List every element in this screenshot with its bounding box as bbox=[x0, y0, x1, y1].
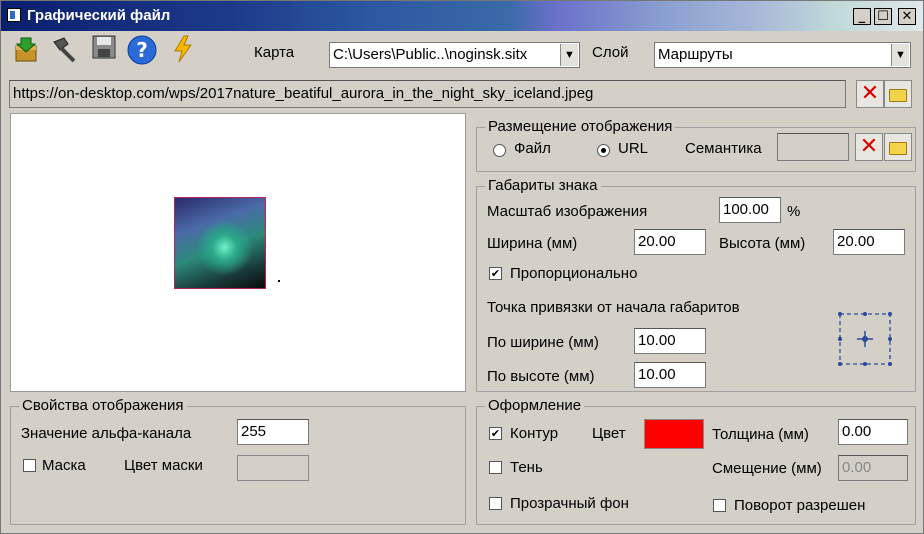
proportional-checkbox[interactable]: ✔ bbox=[489, 267, 502, 280]
chevron-down-icon[interactable]: ▼ bbox=[560, 44, 578, 66]
semantic-field[interactable] bbox=[777, 133, 849, 161]
url-radio[interactable] bbox=[597, 144, 610, 157]
open-semantic-button[interactable] bbox=[884, 133, 912, 161]
design-title: Оформление bbox=[485, 397, 585, 414]
mask-color-label: Цвет маски bbox=[124, 457, 203, 474]
import-icon[interactable] bbox=[10, 34, 42, 66]
shadow-checkbox[interactable] bbox=[489, 461, 502, 474]
placement-group: Размещение отображения Файл URL Семантик… bbox=[476, 118, 916, 172]
map-select[interactable]: C:\Users\Public..\noginsk.sitx ▼ bbox=[329, 42, 580, 68]
dimensions-title: Габариты знака bbox=[485, 177, 601, 194]
rotation-checkbox[interactable] bbox=[713, 499, 726, 512]
anchor-label: Точка привязки от начала габаритов bbox=[487, 299, 740, 316]
open-url-button[interactable] bbox=[884, 80, 912, 108]
layer-label: Слой bbox=[592, 44, 629, 61]
layer-value: Маршруты bbox=[658, 46, 733, 63]
display-props-title: Свойства отображения bbox=[19, 397, 187, 414]
close-icon: ✕ bbox=[860, 81, 880, 106]
maximize-button[interactable]: ☐ bbox=[874, 8, 892, 25]
offset-input[interactable]: 0.00 bbox=[838, 455, 908, 481]
svg-text:?: ? bbox=[136, 38, 148, 62]
scale-label: Масштаб изображения bbox=[487, 203, 648, 220]
height-label: Высота (мм) bbox=[719, 235, 806, 252]
transparent-bg-checkbox[interactable] bbox=[489, 497, 502, 510]
file-radio-label: Файл bbox=[514, 140, 551, 157]
contour-checkbox[interactable]: ✔ bbox=[489, 427, 502, 440]
design-group: Оформление ✔ Контур Цвет Толщина (мм) 0.… bbox=[476, 397, 916, 525]
scale-input[interactable]: 100.00 bbox=[719, 197, 781, 223]
preview-image bbox=[174, 197, 266, 289]
anchor-point-selector[interactable] bbox=[837, 311, 893, 367]
close-icon: ✕ bbox=[859, 134, 879, 159]
image-preview bbox=[10, 113, 466, 392]
lightning-icon[interactable] bbox=[167, 34, 199, 66]
offset-label: Смещение (мм) bbox=[712, 460, 822, 477]
anchor-x-input[interactable]: 10.00 bbox=[634, 328, 706, 354]
alpha-input[interactable]: 255 bbox=[237, 419, 309, 445]
layer-select[interactable]: Маршруты ▼ bbox=[654, 42, 911, 68]
width-input[interactable]: 20.00 bbox=[634, 229, 706, 255]
rotation-label: Поворот разрешен bbox=[734, 497, 866, 514]
anchor-y-input[interactable]: 10.00 bbox=[634, 362, 706, 388]
help-icon[interactable]: ? bbox=[126, 34, 158, 66]
anchor-x-label: По ширине (мм) bbox=[487, 334, 599, 351]
folder-icon bbox=[889, 89, 907, 102]
window-title: Графический файл bbox=[27, 7, 171, 24]
clear-semantic-button[interactable]: ✕ bbox=[855, 133, 883, 161]
semantic-label: Семантика bbox=[685, 140, 762, 157]
hammer-icon[interactable] bbox=[48, 34, 80, 66]
mask-label: Маска bbox=[42, 457, 86, 474]
url-field[interactable]: https://on-desktop.com/wps/2017nature_be… bbox=[9, 80, 846, 108]
chevron-down-icon[interactable]: ▼ bbox=[891, 44, 909, 66]
mask-color-swatch[interactable] bbox=[237, 455, 309, 481]
shadow-label: Тень bbox=[510, 459, 543, 476]
close-button[interactable]: ✕ bbox=[898, 8, 916, 25]
contour-label: Контур bbox=[510, 425, 559, 442]
width-label: Ширина (мм) bbox=[487, 235, 578, 252]
graphic-file-dialog: Графический файл _ ☐ ✕ ? Карта C:\Users\… bbox=[0, 0, 924, 534]
title-bar: Графический файл _ ☐ ✕ bbox=[1, 1, 923, 31]
dimensions-group: Габариты знака Масштаб изображения 100.0… bbox=[476, 177, 916, 392]
thickness-label: Толщина (мм) bbox=[712, 426, 809, 443]
placement-title: Размещение отображения bbox=[485, 118, 676, 135]
color-label: Цвет bbox=[592, 425, 626, 442]
alpha-label: Значение альфа-канала bbox=[21, 425, 192, 442]
scale-unit: % bbox=[787, 203, 801, 220]
anchor-point bbox=[278, 280, 280, 282]
folder-icon bbox=[889, 142, 907, 155]
proportional-label: Пропорционально bbox=[510, 265, 638, 282]
transparent-bg-label: Прозрачный фон bbox=[510, 495, 629, 512]
display-props-group: Свойства отображения Значение альфа-кана… bbox=[10, 397, 466, 525]
map-label: Карта bbox=[254, 44, 295, 61]
minimize-button[interactable]: _ bbox=[853, 8, 871, 25]
mask-checkbox[interactable] bbox=[23, 459, 36, 472]
anchor-y-label: По высоте (мм) bbox=[487, 368, 595, 385]
thickness-input[interactable]: 0.00 bbox=[838, 419, 908, 445]
file-radio[interactable] bbox=[493, 144, 506, 157]
clear-url-button[interactable]: ✕ bbox=[856, 80, 884, 108]
map-value: C:\Users\Public..\noginsk.sitx bbox=[333, 46, 528, 63]
save-icon[interactable] bbox=[88, 34, 120, 66]
url-radio-label: URL bbox=[618, 140, 649, 157]
contour-color-swatch[interactable] bbox=[644, 419, 704, 449]
window-icon bbox=[7, 8, 21, 22]
height-input[interactable]: 20.00 bbox=[833, 229, 905, 255]
